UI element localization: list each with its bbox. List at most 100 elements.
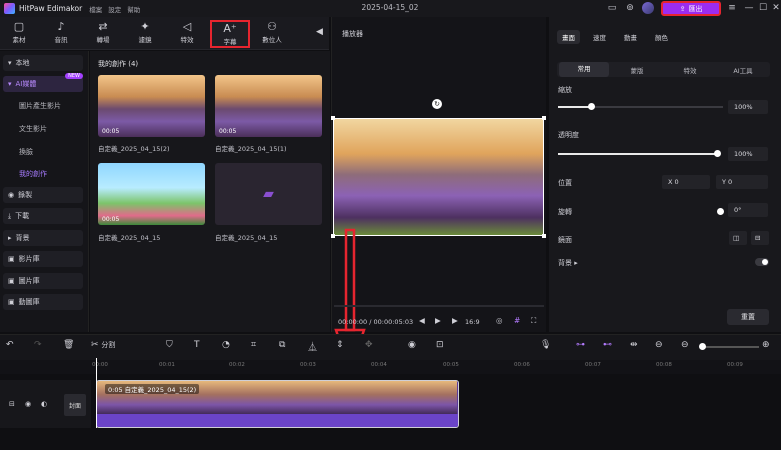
- resize-handle[interactable]: [542, 116, 546, 120]
- tab-transition[interactable]: ⇄ 轉場: [86, 20, 120, 48]
- flip-horizontal-icon[interactable]: ◫: [729, 231, 747, 245]
- redo-icon[interactable]: ↷: [34, 340, 42, 350]
- tab-filter[interactable]: ✦ 濾鏡: [128, 20, 162, 48]
- sidebar-item-ai-media[interactable]: ▾ AI媒體 NEW: [3, 73, 83, 92]
- cover-button[interactable]: 封面: [64, 394, 86, 416]
- stabilize-icon[interactable]: ✥: [365, 340, 373, 350]
- track-visibility-icon[interactable]: ◉: [25, 400, 31, 408]
- position-y-input[interactable]: Y 0: [716, 175, 768, 189]
- maximize-icon[interactable]: ☐: [757, 2, 769, 14]
- feedback-icon[interactable]: ▭: [606, 2, 618, 14]
- zoom-slider-knob[interactable]: [699, 343, 706, 350]
- menu-help[interactable]: 幫助: [127, 4, 140, 14]
- tab-effects[interactable]: ◁ 特效: [170, 20, 204, 48]
- fit-icon[interactable]: ⊖: [655, 340, 663, 350]
- sidebar-item-image-to-video[interactable]: 圖片產生影片: [3, 98, 83, 114]
- sidebar-item-face-swap[interactable]: 換臉: [3, 144, 83, 160]
- link-clips-icon[interactable]: ⊶: [576, 340, 585, 350]
- mirror-icon[interactable]: ⏅: [308, 340, 317, 353]
- fullscreen-icon[interactable]: ⛶: [531, 316, 536, 326]
- sidebar-item-image-library[interactable]: ▣ 圖片庫: [3, 273, 83, 289]
- grid-icon[interactable]: #: [514, 316, 520, 325]
- marker-icon[interactable]: ⛉: [166, 340, 173, 350]
- close-icon[interactable]: ✕: [770, 2, 781, 14]
- menu-icon[interactable]: ≡: [726, 2, 738, 14]
- menu-file[interactable]: 檔案: [89, 4, 102, 14]
- sidebar-item-download[interactable]: ⤓ 下載: [3, 208, 83, 224]
- background-toggle[interactable]: [755, 258, 769, 266]
- opacity-slider-knob[interactable]: [714, 150, 721, 157]
- export-button[interactable]: ⇪ 匯出: [661, 1, 721, 16]
- subtab-mask[interactable]: 蒙版: [612, 65, 662, 75]
- tab-animation[interactable]: 動畫: [619, 30, 642, 44]
- rotate-dial[interactable]: [717, 208, 724, 215]
- export-frame-icon[interactable]: ⊡: [436, 340, 444, 350]
- play-icon[interactable]: ▶: [435, 316, 441, 325]
- position-x-input[interactable]: X 0: [662, 175, 710, 189]
- video-preview[interactable]: [331, 116, 546, 238]
- snapshot-icon[interactable]: ◎: [496, 316, 503, 325]
- sidebar-item-local[interactable]: ▾ 本地: [3, 55, 83, 71]
- undo-icon[interactable]: ↶: [6, 340, 14, 350]
- ai-cutout-icon[interactable]: ◉: [408, 340, 416, 350]
- tab-color[interactable]: 顏色: [650, 30, 673, 44]
- split-button[interactable]: ✂ 分割: [91, 340, 115, 350]
- scale-slider-knob[interactable]: [588, 103, 595, 110]
- adjust-icon[interactable]: ⇕: [336, 340, 344, 350]
- next-frame-icon[interactable]: ▶: [452, 316, 458, 325]
- sidebar-item-background[interactable]: ▸ 背景: [3, 230, 83, 246]
- tab-subtitles[interactable]: A⁺ 字幕: [210, 20, 250, 48]
- media-thumbnail-4[interactable]: ▰: [215, 163, 322, 225]
- tab-audio[interactable]: ♪ 音訊: [44, 20, 78, 48]
- track-audio-icon[interactable]: ◐: [41, 400, 47, 408]
- reset-button[interactable]: 重置: [727, 309, 769, 325]
- tab-digital-human[interactable]: ⚇ 數位人: [254, 20, 290, 48]
- microphone-icon[interactable]: 🎙: [540, 340, 551, 350]
- subtab-ai-tools[interactable]: AI工具: [718, 65, 768, 75]
- playhead[interactable]: [96, 358, 97, 428]
- scale-slider-track[interactable]: [593, 106, 723, 108]
- subtab-effects[interactable]: 特效: [665, 65, 715, 75]
- minimize-icon[interactable]: —: [743, 2, 755, 14]
- flip-vertical-icon[interactable]: ⊟: [751, 231, 769, 245]
- media-thumbnail-2[interactable]: 00:05: [215, 75, 322, 137]
- media-thumbnail-1[interactable]: 00:05: [98, 75, 205, 137]
- subtab-common[interactable]: 常用: [559, 62, 609, 77]
- gif-library-icon: ▣: [8, 298, 15, 306]
- rotate-input[interactable]: 0°: [728, 203, 768, 217]
- download-icon[interactable]: ⊚: [624, 2, 636, 14]
- sidebar-item-video-library[interactable]: ▣ 影片庫: [3, 251, 83, 267]
- collapse-panel-icon[interactable]: ◀: [316, 27, 323, 37]
- progress-track[interactable]: [334, 305, 544, 307]
- crop-icon[interactable]: ⌗: [251, 340, 256, 350]
- main-track-icon[interactable]: ⊷: [603, 340, 612, 350]
- zoom-in-icon[interactable]: ⊕: [762, 340, 770, 350]
- rotate-handle-icon[interactable]: ↻: [432, 99, 442, 109]
- media-thumbnail-3[interactable]: 00:05: [98, 163, 205, 225]
- speed-icon[interactable]: ◔: [222, 340, 230, 350]
- snap-icon[interactable]: ⇹: [630, 340, 638, 350]
- sidebar-item-text-to-video[interactable]: 文生影片: [3, 121, 83, 137]
- aspect-ratio-select[interactable]: 16:9: [465, 318, 480, 326]
- sidebar-item-my-creations[interactable]: 我的創作: [3, 166, 83, 182]
- tab-canvas[interactable]: 畫面: [557, 30, 580, 44]
- delete-icon[interactable]: 🗑: [63, 340, 74, 350]
- zoom-slider[interactable]: [701, 346, 759, 348]
- timeline-clip[interactable]: 0:05 自定義_2025_04_15(2): [96, 380, 459, 428]
- zoom-out-icon[interactable]: ⊖: [681, 340, 689, 350]
- sidebar-item-record[interactable]: ◉ 錄製: [3, 187, 83, 203]
- resize-handle[interactable]: [542, 234, 546, 238]
- avatar[interactable]: [642, 2, 654, 14]
- resize-handle[interactable]: [331, 116, 335, 120]
- scale-input[interactable]: 100%: [728, 100, 768, 114]
- prev-frame-icon[interactable]: ◀: [419, 316, 425, 325]
- track-lock-icon[interactable]: ⊟: [9, 400, 15, 408]
- tab-material[interactable]: ▢ 素材: [2, 20, 36, 48]
- freeze-icon[interactable]: ⧉: [279, 340, 285, 350]
- menu-settings[interactable]: 設定: [108, 4, 121, 14]
- opacity-input[interactable]: 100%: [728, 147, 768, 161]
- sidebar-item-gif-library[interactable]: ▣ 動圖庫: [3, 294, 83, 310]
- text-icon[interactable]: T: [194, 340, 200, 350]
- opacity-slider[interactable]: [558, 153, 718, 155]
- tab-speed[interactable]: 速度: [588, 30, 611, 44]
